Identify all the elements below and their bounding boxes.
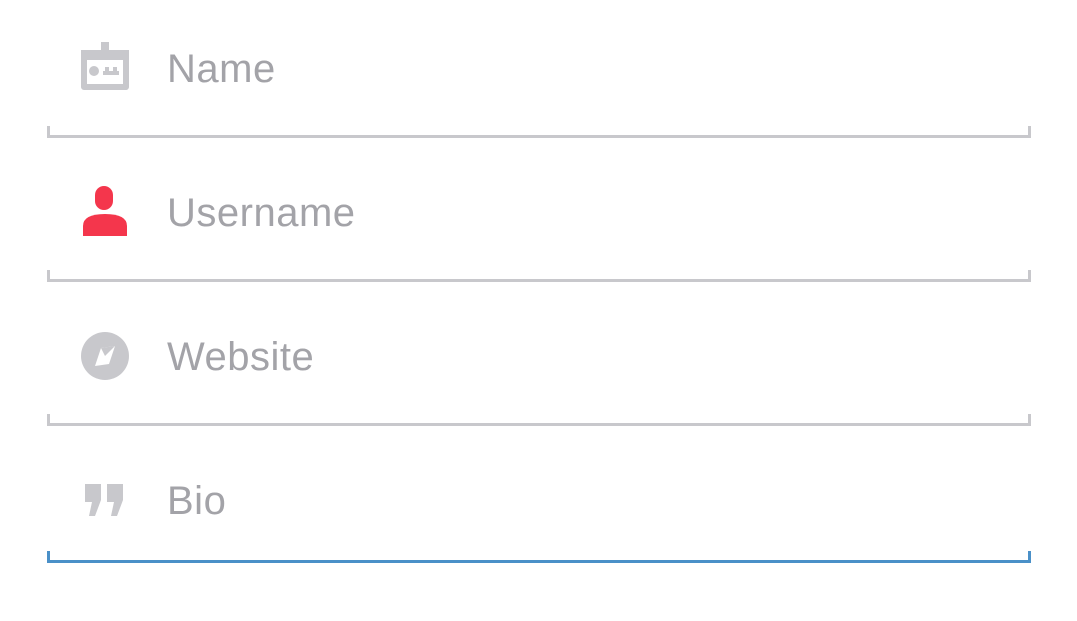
- bio-placeholder: Bio: [167, 479, 227, 523]
- website-placeholder: Website: [167, 335, 315, 379]
- bio-field[interactable]: Bio: [47, 432, 1031, 576]
- quote-icon: [79, 476, 131, 528]
- user-icon: [79, 184, 131, 236]
- bio-underline: [47, 551, 1031, 563]
- website-input[interactable]: Website: [47, 288, 1031, 420]
- compass-icon: [79, 330, 131, 382]
- name-input[interactable]: Name: [47, 0, 1031, 132]
- username-underline: [47, 270, 1031, 282]
- name-field[interactable]: Name: [47, 0, 1031, 144]
- website-field[interactable]: Website: [47, 288, 1031, 432]
- id-badge-icon: [79, 42, 131, 94]
- website-underline: [47, 414, 1031, 426]
- bio-input[interactable]: Bio: [47, 432, 1031, 564]
- username-input[interactable]: Username: [47, 144, 1031, 276]
- name-placeholder: Name: [167, 47, 276, 91]
- username-field[interactable]: Username: [47, 144, 1031, 288]
- username-placeholder: Username: [167, 191, 356, 235]
- name-underline: [47, 126, 1031, 138]
